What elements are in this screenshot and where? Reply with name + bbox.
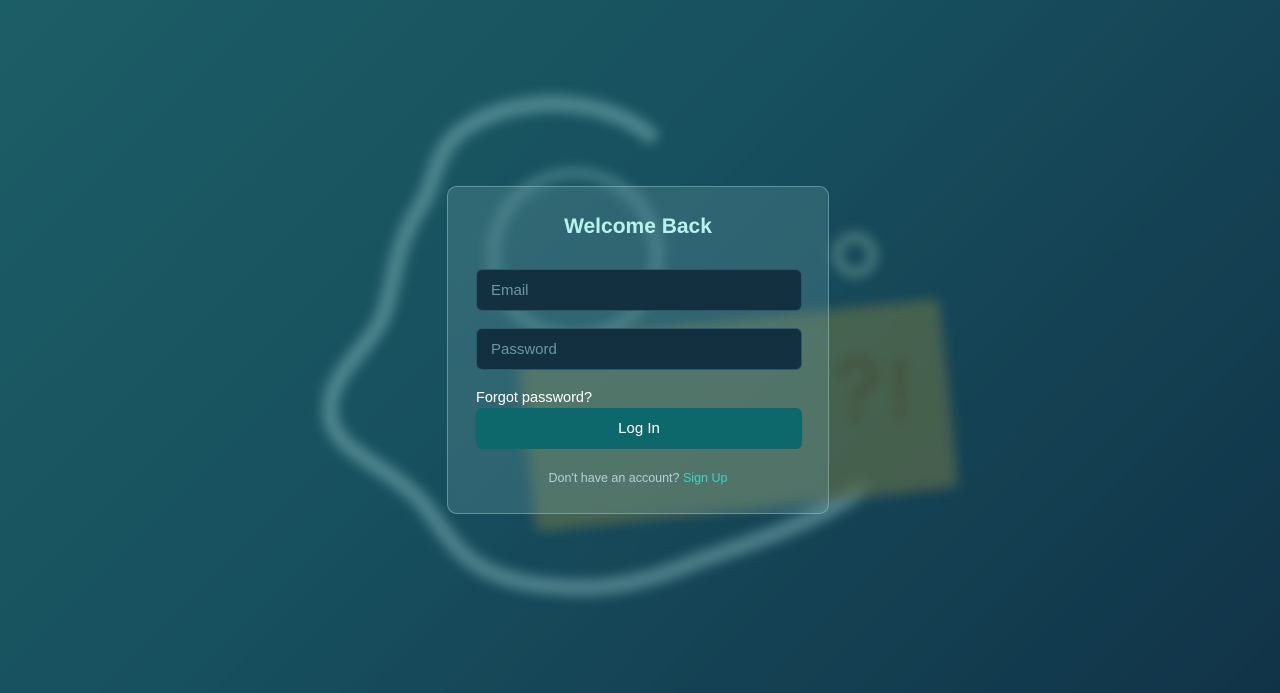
password-field[interactable] [476,328,802,370]
signup-prompt: Don't have an account? Sign Up [448,471,828,485]
forgot-password-link[interactable]: Forgot password? [476,390,592,406]
signup-prompt-text: Don't have an account? [548,471,680,485]
signup-link[interactable]: Sign Up [683,471,727,485]
svg-text:?!: ?! [830,340,915,440]
login-button[interactable]: Log In [476,408,802,449]
email-field[interactable] [476,269,802,311]
login-card: Welcome Back Forgot password? Log In Don… [447,186,829,514]
page-title: Welcome Back [564,215,712,238]
